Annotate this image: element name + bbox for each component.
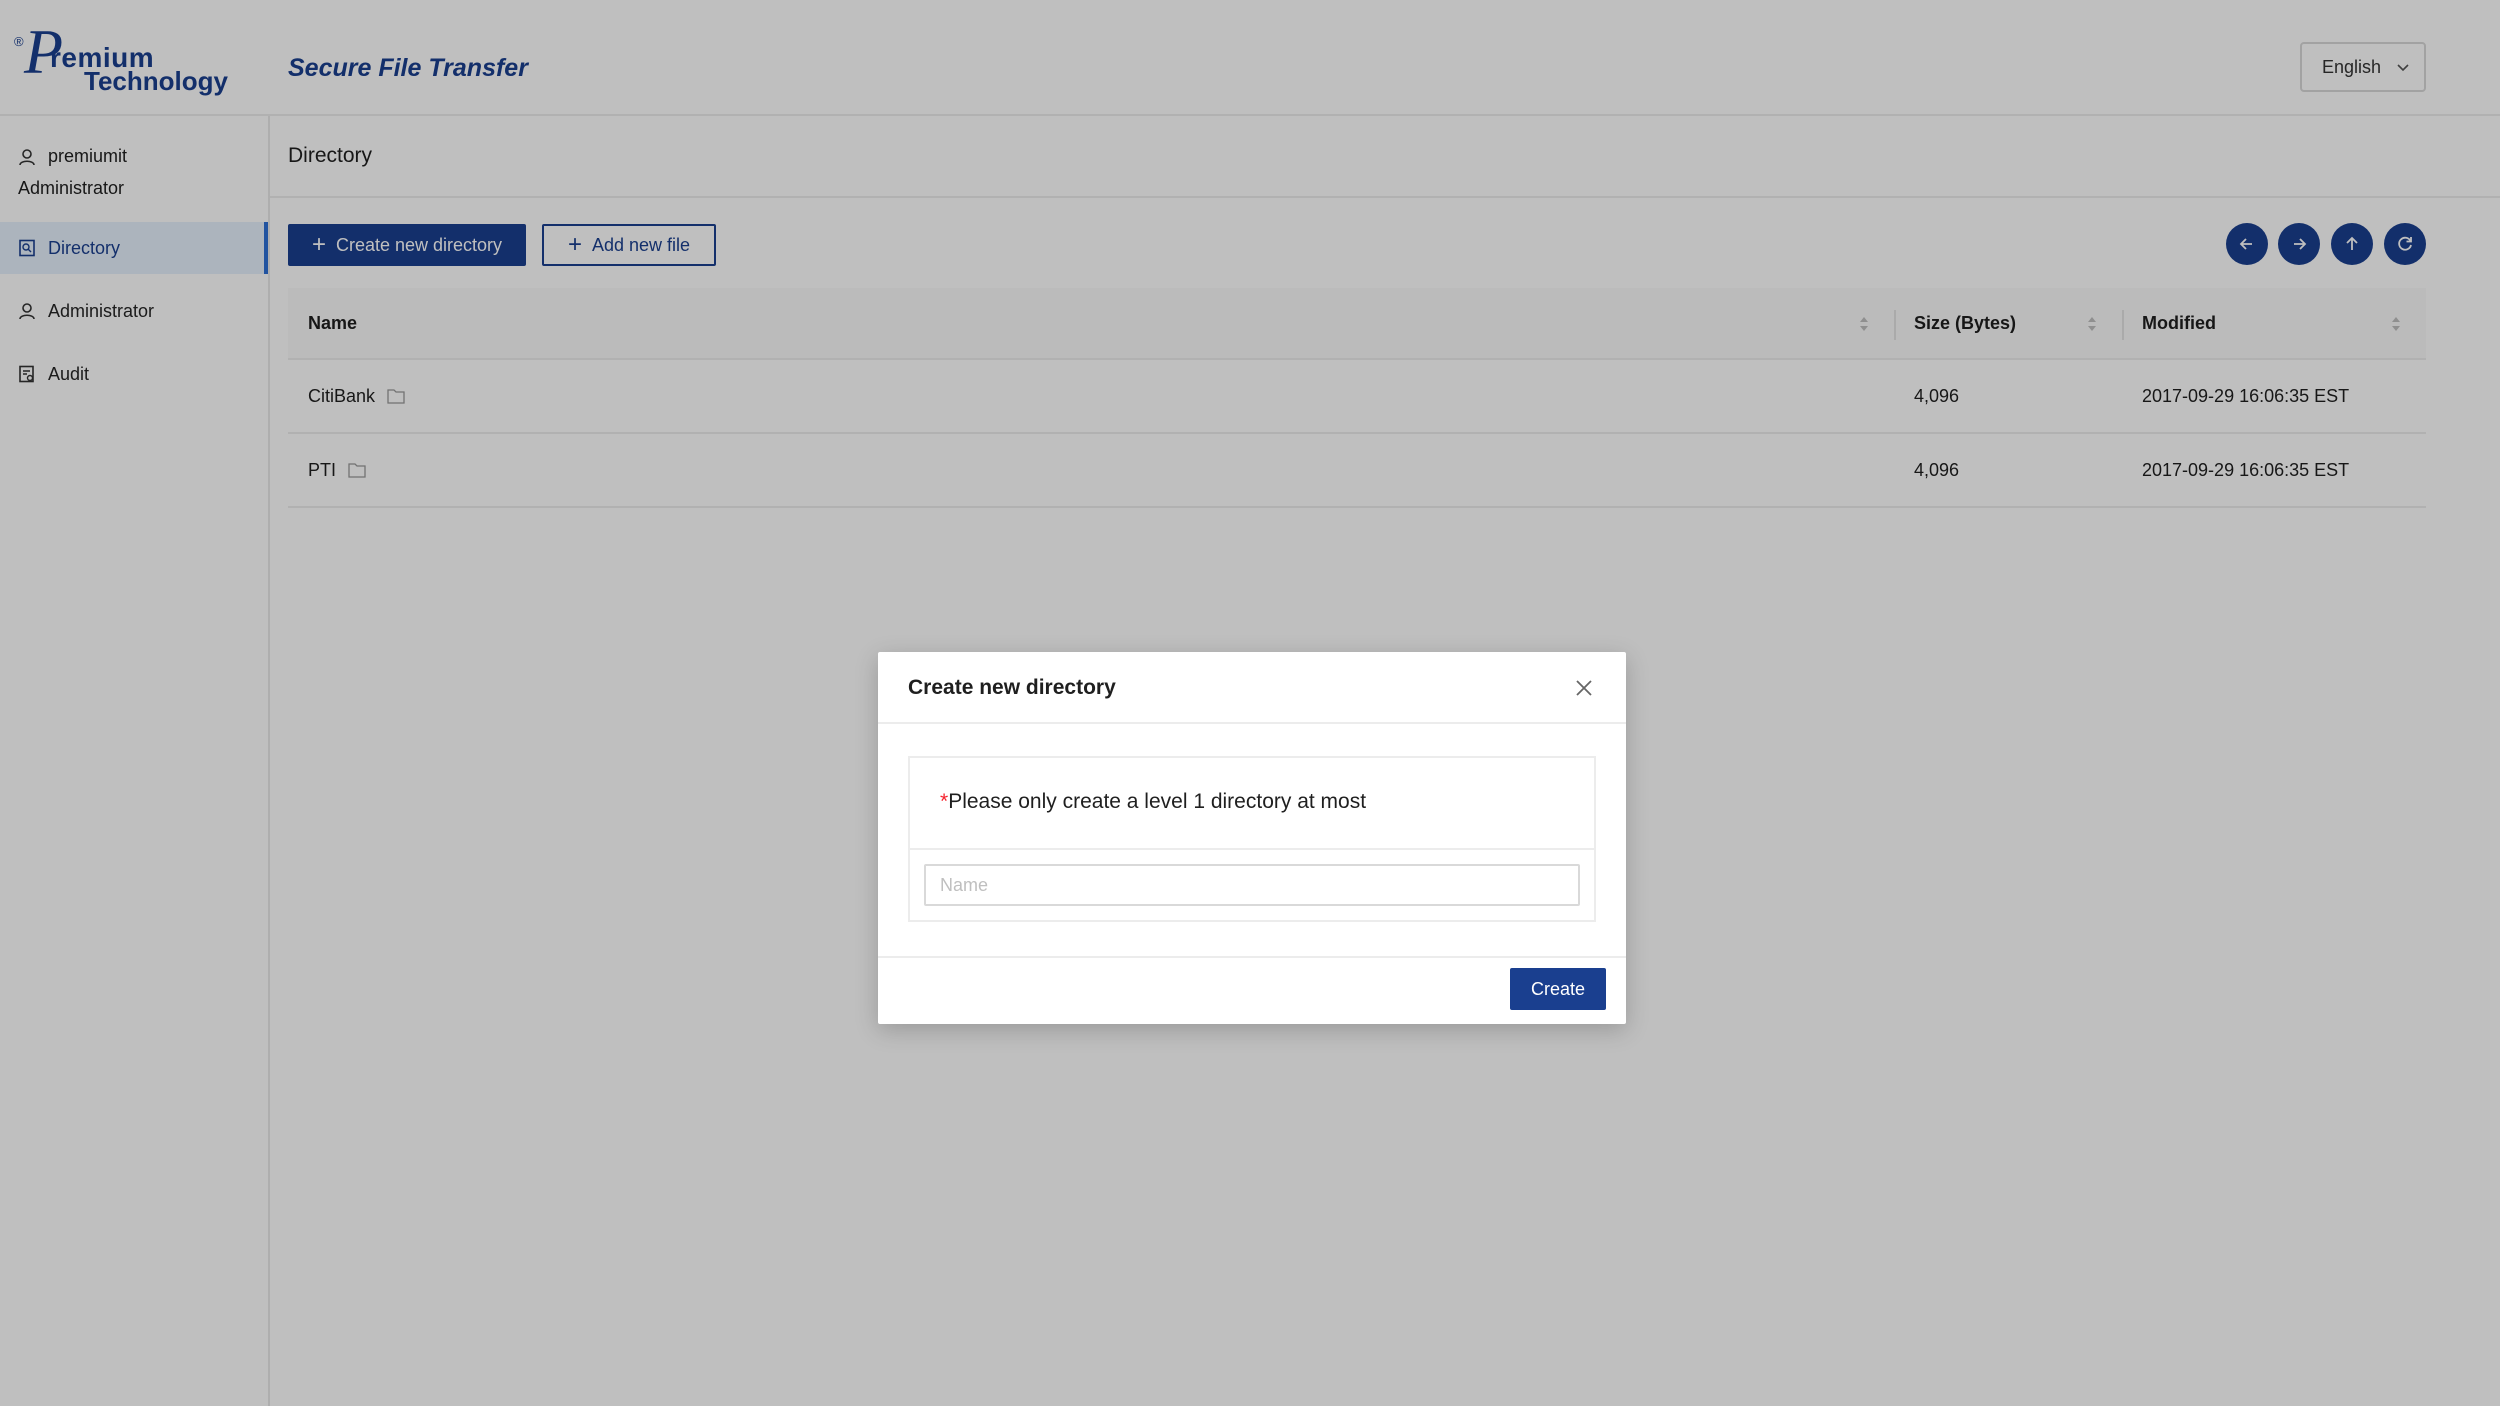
create-directory-dialog: Create new directory *Please only create…	[878, 652, 1626, 1024]
dialog-note-area: *Please only create a level 1 directory …	[910, 758, 1594, 850]
dialog-header: Create new directory	[878, 652, 1626, 724]
dialog-footer: Create	[878, 956, 1626, 1024]
create-button[interactable]: Create	[1510, 968, 1606, 1010]
app-root: ® P remium Technology Secure File Transf…	[0, 0, 2500, 1406]
dialog-title: Create new directory	[908, 676, 1116, 699]
note-text: Please only create a level 1 directory a…	[948, 790, 1367, 813]
directory-name-input[interactable]	[924, 864, 1580, 906]
dialog-note: *Please only create a level 1 directory …	[940, 790, 1366, 814]
required-mark: *	[940, 790, 949, 813]
close-icon[interactable]	[1572, 676, 1596, 700]
dialog-form-card: *Please only create a level 1 directory …	[908, 756, 1596, 922]
